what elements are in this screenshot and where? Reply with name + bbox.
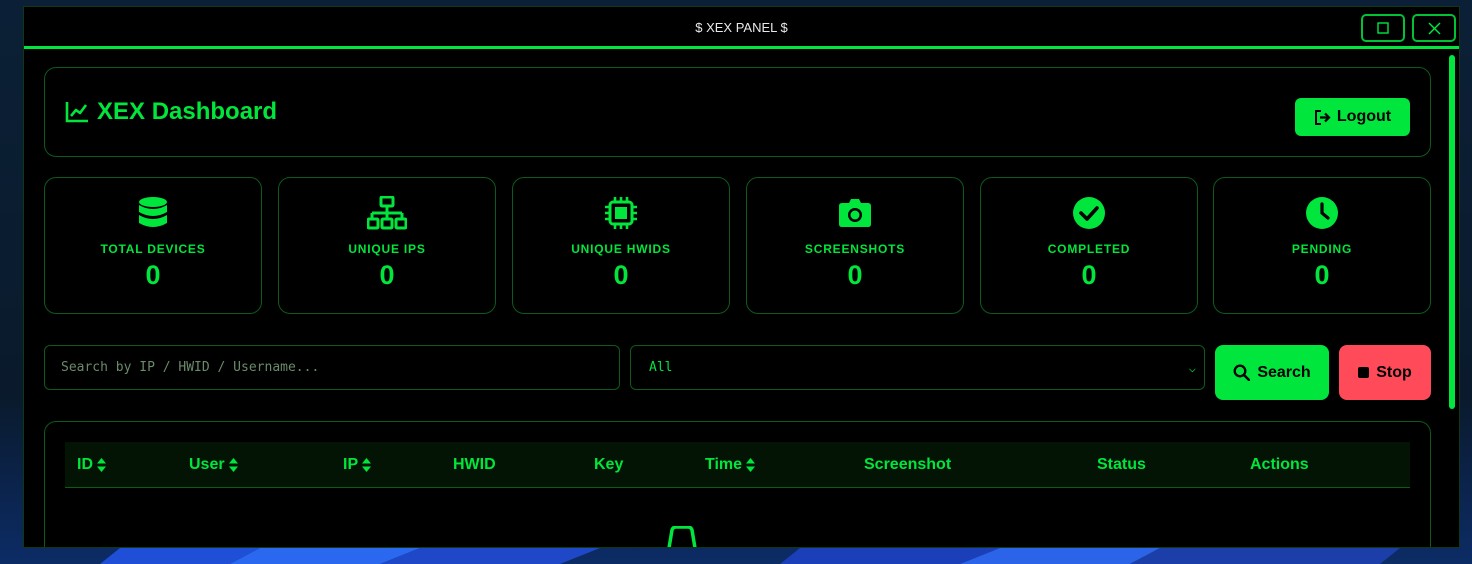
stat-value: 0 — [1314, 260, 1330, 290]
network-icon — [367, 196, 407, 230]
dashboard-header: XEX Dashboard Logout — [44, 67, 1431, 157]
chart-line-icon — [65, 102, 88, 123]
search-icon — [1233, 364, 1251, 381]
stat-card-completed: COMPLETED 0 — [980, 177, 1198, 314]
chevron-down-icon: ⌵ — [1188, 361, 1196, 375]
sort-icon — [746, 458, 756, 472]
search-button[interactable]: Search — [1215, 345, 1329, 400]
column-header-screenshot: Screenshot — [864, 456, 952, 473]
column-header-id[interactable]: ID — [77, 456, 106, 474]
maximize-icon — [1377, 22, 1389, 34]
app-window: $ XEX PANEL $ XEX Dashboard Logout TOTAL… — [23, 6, 1460, 548]
stat-label: UNIQUE HWIDS — [571, 242, 671, 256]
column-header-key: Key — [594, 456, 624, 473]
column-header-ip[interactable]: IP — [343, 456, 372, 474]
stat-value: 0 — [847, 260, 863, 290]
maximize-button[interactable] — [1361, 14, 1405, 42]
window-title: $ XEX PANEL $ — [695, 20, 788, 35]
column-header-hwid: HWID — [453, 456, 496, 473]
page-title: XEX Dashboard — [65, 98, 277, 126]
stat-label: PENDING — [1291, 242, 1353, 256]
stat-value: 0 — [145, 260, 161, 290]
stat-label: UNIQUE IPS — [348, 242, 426, 256]
column-header-time[interactable]: Time — [705, 456, 756, 474]
close-button[interactable] — [1412, 14, 1456, 42]
stat-label: SCREENSHOTS — [804, 242, 906, 256]
stat-card-unique-ips: UNIQUE IPS 0 — [278, 177, 496, 314]
sort-icon — [228, 458, 238, 472]
stop-button[interactable]: Stop — [1339, 345, 1431, 400]
title-bar[interactable]: $ XEX PANEL $ — [24, 7, 1459, 49]
logout-button[interactable]: Logout — [1295, 98, 1410, 136]
check-circle-icon — [1073, 197, 1105, 229]
stat-card-total-devices: TOTAL DEVICES 0 — [44, 177, 262, 314]
search-input[interactable]: Search by IP / HWID / Username... — [44, 345, 620, 390]
clock-icon — [1306, 197, 1338, 229]
column-header-status: Status — [1097, 456, 1146, 473]
camera-icon — [839, 199, 871, 227]
logout-label: Logout — [1336, 108, 1392, 125]
stat-value: 0 — [613, 260, 629, 290]
stat-card-screenshots: SCREENSHOTS 0 — [746, 177, 964, 314]
scrollbar[interactable] — [1449, 55, 1455, 409]
search-button-label: Search — [1257, 363, 1311, 381]
stat-label: COMPLETED — [1047, 242, 1131, 256]
column-header-user[interactable]: User — [189, 456, 238, 474]
stat-card-unique-hwids: UNIQUE HWIDS 0 — [512, 177, 730, 314]
stat-value: 0 — [1081, 260, 1097, 290]
table-header: ID User IP HWID Key Time Screenshot Stat… — [65, 442, 1410, 488]
stop-button-label: Stop — [1376, 363, 1412, 381]
stat-value: 0 — [379, 260, 395, 290]
chip-icon — [605, 197, 637, 229]
column-header-actions: Actions — [1250, 456, 1309, 473]
stat-label: TOTAL DEVICES — [100, 242, 206, 256]
logout-icon — [1314, 109, 1331, 125]
empty-inbox-icon — [667, 526, 697, 547]
devices-table: ID User IP HWID Key Time Screenshot Stat… — [44, 421, 1431, 547]
stat-card-pending: PENDING 0 — [1213, 177, 1431, 314]
sort-icon — [362, 458, 372, 472]
sort-icon — [97, 458, 106, 472]
close-icon — [1427, 21, 1441, 35]
status-filter-select[interactable]: All ⌵ — [630, 345, 1205, 390]
stop-icon — [1358, 367, 1370, 378]
database-icon — [139, 197, 167, 227]
dashboard-title-text: XEX Dashboard — [97, 98, 278, 125]
filter-selected-value: All — [649, 360, 673, 375]
